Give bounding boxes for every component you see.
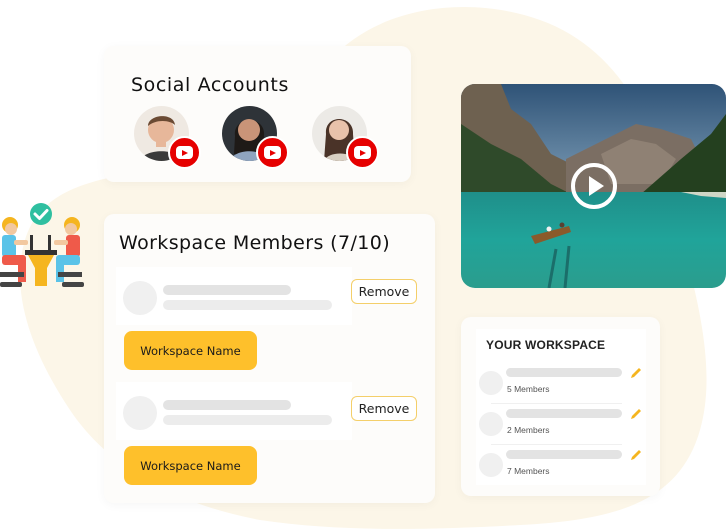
workspace-members-card: Workspace Members (7/10) Remove Workspac… [104,214,435,503]
workspace-name-placeholder [506,450,622,459]
workspace-member-count: 5 Members [507,384,550,394]
workspace-name-placeholder [506,409,622,418]
workspace-member-count: 7 Members [507,466,550,476]
pencil-icon[interactable] [629,407,643,421]
pencil-icon[interactable] [629,448,643,462]
play-button[interactable] [571,163,617,209]
divider [491,403,622,404]
play-icon [588,176,604,196]
workspace-avatar-placeholder [479,453,503,477]
member-detail-placeholder [163,415,332,425]
workspace-name-button[interactable]: Workspace Name [124,446,257,485]
check-icon [30,203,52,225]
workspace-name-placeholder [506,368,622,377]
social-accounts-card: Social Accounts [104,46,411,182]
your-workspace-title: YOUR WORKSPACE [486,338,606,352]
pencil-icon[interactable] [629,366,643,380]
social-account-avatar[interactable] [134,106,201,169]
divider [491,444,622,445]
workspace-avatar-placeholder [479,371,503,395]
member-row-placeholder [116,382,352,440]
video-thumbnail[interactable] [461,84,726,288]
member-avatar-placeholder [123,281,157,315]
your-workspace-card: YOUR WORKSPACE 5 Members 2 Members 7 Mem… [461,317,660,496]
workspace-list-item[interactable]: 7 Members [479,448,649,488]
member-row-placeholder [116,267,352,325]
workspace-list-item[interactable]: 5 Members [479,366,649,406]
workspace-members-title: Workspace Members (7/10) [119,232,391,254]
member-name-placeholder [163,400,291,410]
workspace-avatar-placeholder [479,412,503,436]
member-name-placeholder [163,285,291,295]
youtube-icon [256,136,289,169]
member-avatar-placeholder [123,396,157,430]
remove-member-button[interactable]: Remove [351,279,417,304]
social-accounts-title: Social Accounts [131,74,289,96]
remove-member-button[interactable]: Remove [351,396,417,421]
workspace-name-button[interactable]: Workspace Name [124,331,257,370]
social-account-avatar[interactable] [312,106,379,169]
social-account-avatar[interactable] [222,106,289,169]
workspace-list-item[interactable]: 2 Members [479,407,649,447]
member-detail-placeholder [163,300,332,310]
team-meeting-illustration [0,203,84,287]
workspace-member-count: 2 Members [507,425,550,435]
youtube-icon [168,136,201,169]
youtube-icon [346,136,379,169]
